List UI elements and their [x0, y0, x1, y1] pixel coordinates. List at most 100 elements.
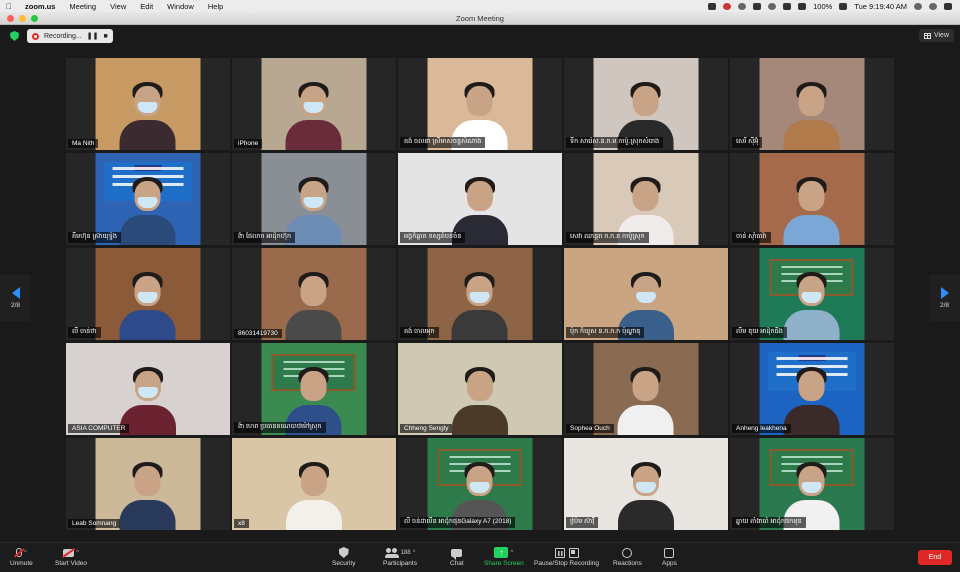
battery-icon[interactable]	[839, 2, 848, 10]
pause-stop-recording-button[interactable]: Pause/Stop Recording	[534, 545, 599, 567]
participants-button[interactable]: 188 ^ Participants	[383, 545, 417, 567]
view-button[interactable]: View	[918, 29, 954, 42]
participant-face	[301, 466, 327, 496]
tray-status-icon[interactable]	[738, 2, 747, 10]
participant-figure	[285, 80, 343, 150]
share-screen-button[interactable]: ↑ ^ Share Screen	[484, 545, 524, 567]
apps-label: Apps	[662, 560, 677, 567]
participant-name: ប៉ៃ្រម ស៊ាវុី	[566, 517, 599, 528]
participant-tile[interactable]: ង៉ា ផែលាច អាដ៉ុកហ៊ុក	[232, 153, 396, 245]
participant-tile[interactable]: គង់ ចលនា ស្រីមាស់ចន្ទសំណាង	[398, 58, 562, 150]
participant-video	[759, 343, 865, 435]
menu-app-name[interactable]: zoom.us	[18, 2, 62, 11]
participant-tile[interactable]: ចាន់ ស៊ាំធាវ៉ា	[730, 153, 894, 245]
participant-tile[interactable]: x8	[232, 438, 396, 530]
muted-mic-icon	[15, 548, 22, 557]
participant-tile[interactable]: ASIA COMPUTER	[66, 343, 230, 435]
menu-window[interactable]: Window	[160, 2, 201, 11]
participant-name: គង់ ចាលអុក	[400, 327, 439, 338]
apps-button[interactable]: Apps	[662, 545, 677, 567]
pause-stop-recording-label: Pause/Stop Recording	[534, 560, 600, 567]
participant-tile[interactable]: សេរី ស៊ីអ៊ុំ	[730, 58, 894, 150]
next-page-button[interactable]: 2/8	[929, 275, 960, 321]
participant-face	[300, 371, 327, 401]
participant-tile[interactable]: ប៉ៃ្រម ស៊ាវុី	[564, 438, 728, 530]
reactions-button[interactable]: Reactions	[613, 545, 642, 567]
audio-options-caret[interactable]: ^	[24, 550, 27, 556]
participant-figure	[783, 365, 841, 435]
participant-video	[261, 58, 367, 150]
arrow-left-icon	[11, 287, 20, 299]
participant-tile[interactable]: លី ចាន់ថា	[66, 248, 230, 340]
participant-name: គង់ ចលនា ស្រីមាស់ចន្ទសំណាង	[400, 137, 486, 148]
participant-tile[interactable]: Chheng Sengly	[398, 343, 562, 435]
participants-label: Participants	[383, 560, 417, 567]
participant-tile[interactable]: Leab Somnang	[66, 438, 230, 530]
fullscreen-window-button[interactable]	[31, 14, 38, 22]
end-meeting-button[interactable]: End	[918, 550, 952, 565]
share-options-caret[interactable]: ^	[510, 550, 513, 556]
page-indicator-right: 2/8	[939, 302, 950, 309]
participant-tile[interactable]: ង៉ា ហេព ប្រធានគណេបាឋម៉ៅស្រុក	[232, 343, 396, 435]
encryption-shield-icon[interactable]	[10, 31, 19, 41]
tray-app-icon[interactable]	[708, 2, 717, 10]
participant-face	[798, 86, 825, 116]
participant-tile[interactable]: Sophea Ouch	[564, 343, 728, 435]
participant-tile[interactable]: iPhone	[232, 58, 396, 150]
spotlight-icon[interactable]	[914, 2, 922, 10]
minimize-window-button[interactable]	[19, 14, 26, 22]
participant-tile[interactable]: គីមហ៊ុន ស្រ៊ាយុទ្ធ៉ុង	[66, 153, 230, 245]
control-center-icon[interactable]	[944, 2, 952, 10]
participant-body	[119, 310, 176, 340]
participant-video	[95, 58, 201, 150]
battery-percent[interactable]: 100%	[813, 2, 832, 11]
tray-dropbox-icon[interactable]	[753, 2, 762, 10]
participant-tile[interactable]: 86031419730	[232, 248, 396, 340]
participant-video	[232, 438, 396, 530]
close-window-button[interactable]	[7, 14, 14, 22]
menu-help[interactable]: Help	[201, 2, 230, 11]
participant-tile[interactable]: លឹម ឌុយ អាដ៉ុកធឹង	[730, 248, 894, 340]
participant-name: លី ចាន់ថា	[68, 327, 101, 338]
participant-tile[interactable]: ទឹក សារ៉េស.ន.ក.ម.កាប៉ូ.ស្រុកសំរោង	[564, 58, 728, 150]
view-button-label: View	[933, 32, 949, 39]
participant-tile[interactable]: សេវា ឈាន្តរា ក.ក.ន កាប៉ូស្រុក	[564, 153, 728, 245]
security-shield-icon	[338, 547, 349, 558]
stop-icon	[568, 547, 579, 558]
arrow-right-icon	[940, 287, 949, 299]
participants-options-caret[interactable]: ^	[413, 550, 416, 556]
previous-page-button[interactable]: 2/8	[0, 275, 31, 321]
menu-edit[interactable]: Edit	[133, 2, 160, 11]
tray-bluetooth-icon[interactable]	[798, 2, 807, 10]
apple-menu-icon[interactable]: 	[0, 2, 18, 11]
menu-view[interactable]: View	[103, 2, 133, 11]
stop-recording-button[interactable]: ■	[103, 33, 107, 40]
participant-figure	[617, 460, 675, 530]
chat-button[interactable]: Chat	[450, 545, 464, 567]
user-icon[interactable]	[929, 2, 937, 10]
participant-face	[632, 371, 659, 401]
participant-name: x8	[234, 519, 249, 528]
video-options-caret[interactable]: ^	[76, 550, 79, 556]
participant-tile[interactable]: Anheng leakhena	[730, 343, 894, 435]
participant-tile[interactable]: Ma Nith	[66, 58, 230, 150]
menu-meeting[interactable]: Meeting	[62, 2, 103, 11]
participant-name: Ma Nith	[68, 139, 99, 148]
pause-recording-button[interactable]: ❚❚	[87, 32, 99, 40]
start-video-button[interactable]: ^ Start Video	[55, 545, 87, 567]
participant-tile[interactable]: លី ចន់ដាលីន អាដ៉ុកផុនGalaxy A7 (2018)	[398, 438, 562, 530]
recording-label: Recording...	[44, 32, 82, 40]
security-button[interactable]: Security	[332, 545, 355, 567]
participant-tile[interactable]: អង្គក៏ឆ្លាត ទស្សតំបន់ចំន	[398, 153, 562, 245]
menubar-clock[interactable]: Tue 9:19:40 AM	[854, 2, 907, 11]
participant-tile[interactable]: ឆ្នាយ តាំងាធាំ អាដ៉ុកផកមុន	[730, 438, 894, 530]
tray-chrome-icon[interactable]	[768, 2, 777, 10]
participant-face	[300, 276, 327, 306]
participant-tile[interactable]: គង់ ចាលអុក	[398, 248, 562, 340]
menubar-tray: 100% Tue 9:19:40 AM	[708, 2, 960, 11]
participant-tile[interactable]: ប៉ុក ក៏ឃូស ន.ក.ក.ក ប៉ុណ្ឌានុ	[564, 248, 728, 340]
tray-record-icon[interactable]	[723, 2, 732, 10]
unmute-button[interactable]: ^ Unmute	[10, 545, 33, 567]
tray-wifi-icon[interactable]	[783, 2, 792, 10]
window-titlebar: Zoom Meeting	[0, 12, 960, 25]
